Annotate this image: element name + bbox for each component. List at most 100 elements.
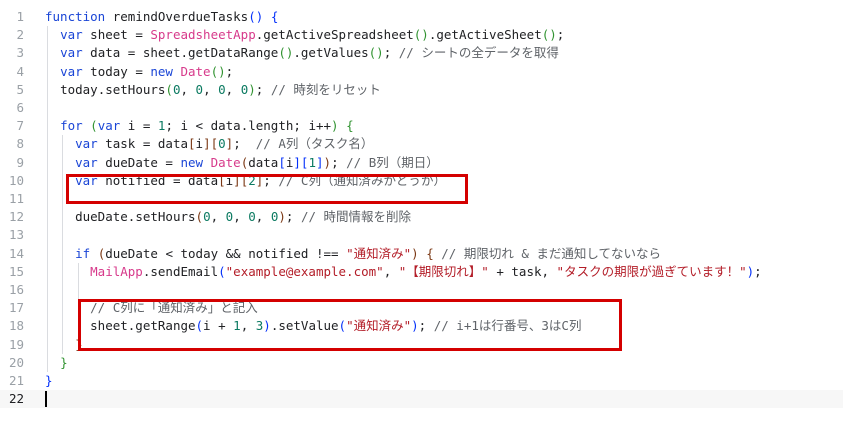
code-line[interactable]: 14 if (dueDate < today && notified !== "… (0, 245, 843, 263)
line-number: 9 (16, 154, 24, 170)
code-text: } (45, 354, 68, 372)
code-token: ; (754, 263, 762, 279)
code-token: var (60, 27, 83, 43)
code-token: ) (331, 118, 339, 134)
code-token: var (75, 136, 98, 152)
code-token: } (45, 373, 53, 388)
code-token: ) (323, 154, 332, 170)
code-token: [ (188, 136, 196, 152)
code-text: var data = sheet.getDataRange().getValue… (45, 44, 559, 62)
line-number: 22 (8, 391, 24, 407)
code-line[interactable]: 16 (0, 281, 843, 299)
code-token: () (210, 63, 226, 79)
code-token: ; i < data.length; i++ (165, 118, 332, 134)
code-token: { (346, 118, 354, 134)
line-number: 7 (16, 118, 24, 134)
code-editor[interactable]: 1 function remindOverdueTasks() {2 var sh… (0, 0, 843, 442)
line-number: 14 (8, 245, 24, 261)
code-line[interactable]: 1 function remindOverdueTasks() { (0, 8, 843, 26)
code-token: dueDate = (97, 154, 181, 170)
code-token: task = data (97, 136, 188, 152)
code-line[interactable]: 8 var task = data[i][0]; // A列（タスク名） (0, 135, 843, 153)
code-text: dueDate.setHours(0, 0, 0, 0); // 時間情報を削除 (45, 208, 411, 226)
code-text: } (45, 372, 53, 390)
code-token: ) (278, 209, 286, 225)
code-token: i = (120, 118, 158, 134)
code-token: ; (233, 136, 256, 152)
code-token: function (45, 9, 106, 24)
line-number: 10 (8, 172, 24, 188)
code-token: // 時間情報を削除 (300, 209, 412, 225)
line-number: 4 (16, 63, 24, 79)
code-line[interactable]: 13 (0, 226, 843, 244)
code-text: var sheet = SpreadsheetApp.getActiveSpre… (45, 26, 564, 44)
code-token: , (225, 81, 241, 97)
line-number: 13 (8, 227, 24, 243)
code-token: 0 (218, 136, 226, 152)
code-token: .getActiveSpreadsheet (255, 27, 414, 43)
code-text: for (var i = 1; i < data.length; i++) { (45, 117, 354, 135)
code-token: "通知済み" (346, 245, 412, 261)
code-token: // 時刻をリセット (270, 81, 381, 97)
code-line[interactable]: 21} (0, 372, 843, 390)
code-token: () (248, 9, 264, 24)
code-text: var today = new Date(); (45, 63, 233, 81)
code-text: today.setHours(0, 0, 0, 0); // 時刻をリセット (45, 81, 381, 99)
code-token: , (383, 263, 399, 279)
code-token: remindOverdueTasks (105, 9, 249, 24)
code-token: ; (255, 81, 271, 97)
code-token: // シートの全データを取得 (398, 45, 559, 61)
code-token: , (255, 209, 271, 225)
code-text: var task = data[i][0]; // A列（タスク名） (45, 135, 373, 153)
code-line[interactable]: 20 } (0, 354, 843, 372)
code-line[interactable]: 9 var dueDate = new Date(data[i][1]); //… (0, 154, 843, 172)
code-token: MailApp (90, 263, 143, 279)
code-token: var (75, 154, 98, 170)
line-number: 18 (8, 318, 24, 334)
line-number: 8 (16, 136, 24, 152)
code-token: { (270, 9, 279, 24)
indent-guide (47, 26, 48, 372)
code-token: 1 (308, 154, 316, 170)
code-token: , (210, 209, 226, 225)
code-token: // B列（期日） (346, 154, 439, 170)
code-line[interactable]: 12 dueDate.setHours(0, 0, 0, 0); // 時間情報… (0, 208, 843, 226)
code-line[interactable]: 7 for (var i = 1; i < data.length; i++) … (0, 117, 843, 135)
code-line[interactable]: 22 (0, 390, 843, 409)
code-token: // 期限切れ & まだ通知してないなら (441, 245, 662, 261)
code-token: .sendEmail (142, 263, 219, 279)
code-token: for (60, 118, 83, 134)
code-line[interactable]: 4 var today = new Date(); (0, 63, 843, 81)
code-token: ) (411, 245, 419, 261)
highlight-box-line-10 (66, 174, 468, 204)
code-token: Date (180, 63, 211, 79)
code-token: dueDate.setHours (75, 209, 196, 225)
code-token: var (97, 118, 121, 134)
code-token: , (233, 209, 249, 225)
code-line[interactable]: 15 MailApp.sendEmail("example@example.co… (0, 263, 843, 281)
code-token: dueDate < today && notified !== (105, 245, 347, 261)
code-token: } (60, 354, 68, 370)
code-token: ; (285, 209, 301, 225)
code-token: 0 (218, 81, 226, 97)
line-number: 12 (8, 209, 24, 225)
code-token: () (541, 27, 557, 43)
line-number: 3 (16, 45, 24, 61)
code-line[interactable]: 6 (0, 99, 843, 117)
code-token: today.setHours (60, 81, 166, 97)
code-token: () (413, 27, 429, 43)
code-token: sheet = (82, 27, 151, 43)
code-line[interactable]: 3 var data = sheet.getDataRange().getVal… (0, 44, 843, 62)
line-number: 17 (8, 300, 24, 316)
code-token: var (60, 45, 83, 61)
code-line[interactable]: 5 today.setHours(0, 0, 0, 0); // 時刻をリセット (0, 81, 843, 99)
line-number: 6 (16, 100, 24, 115)
code-line[interactable]: 2 var sheet = SpreadsheetApp.getActiveSp… (0, 26, 843, 44)
